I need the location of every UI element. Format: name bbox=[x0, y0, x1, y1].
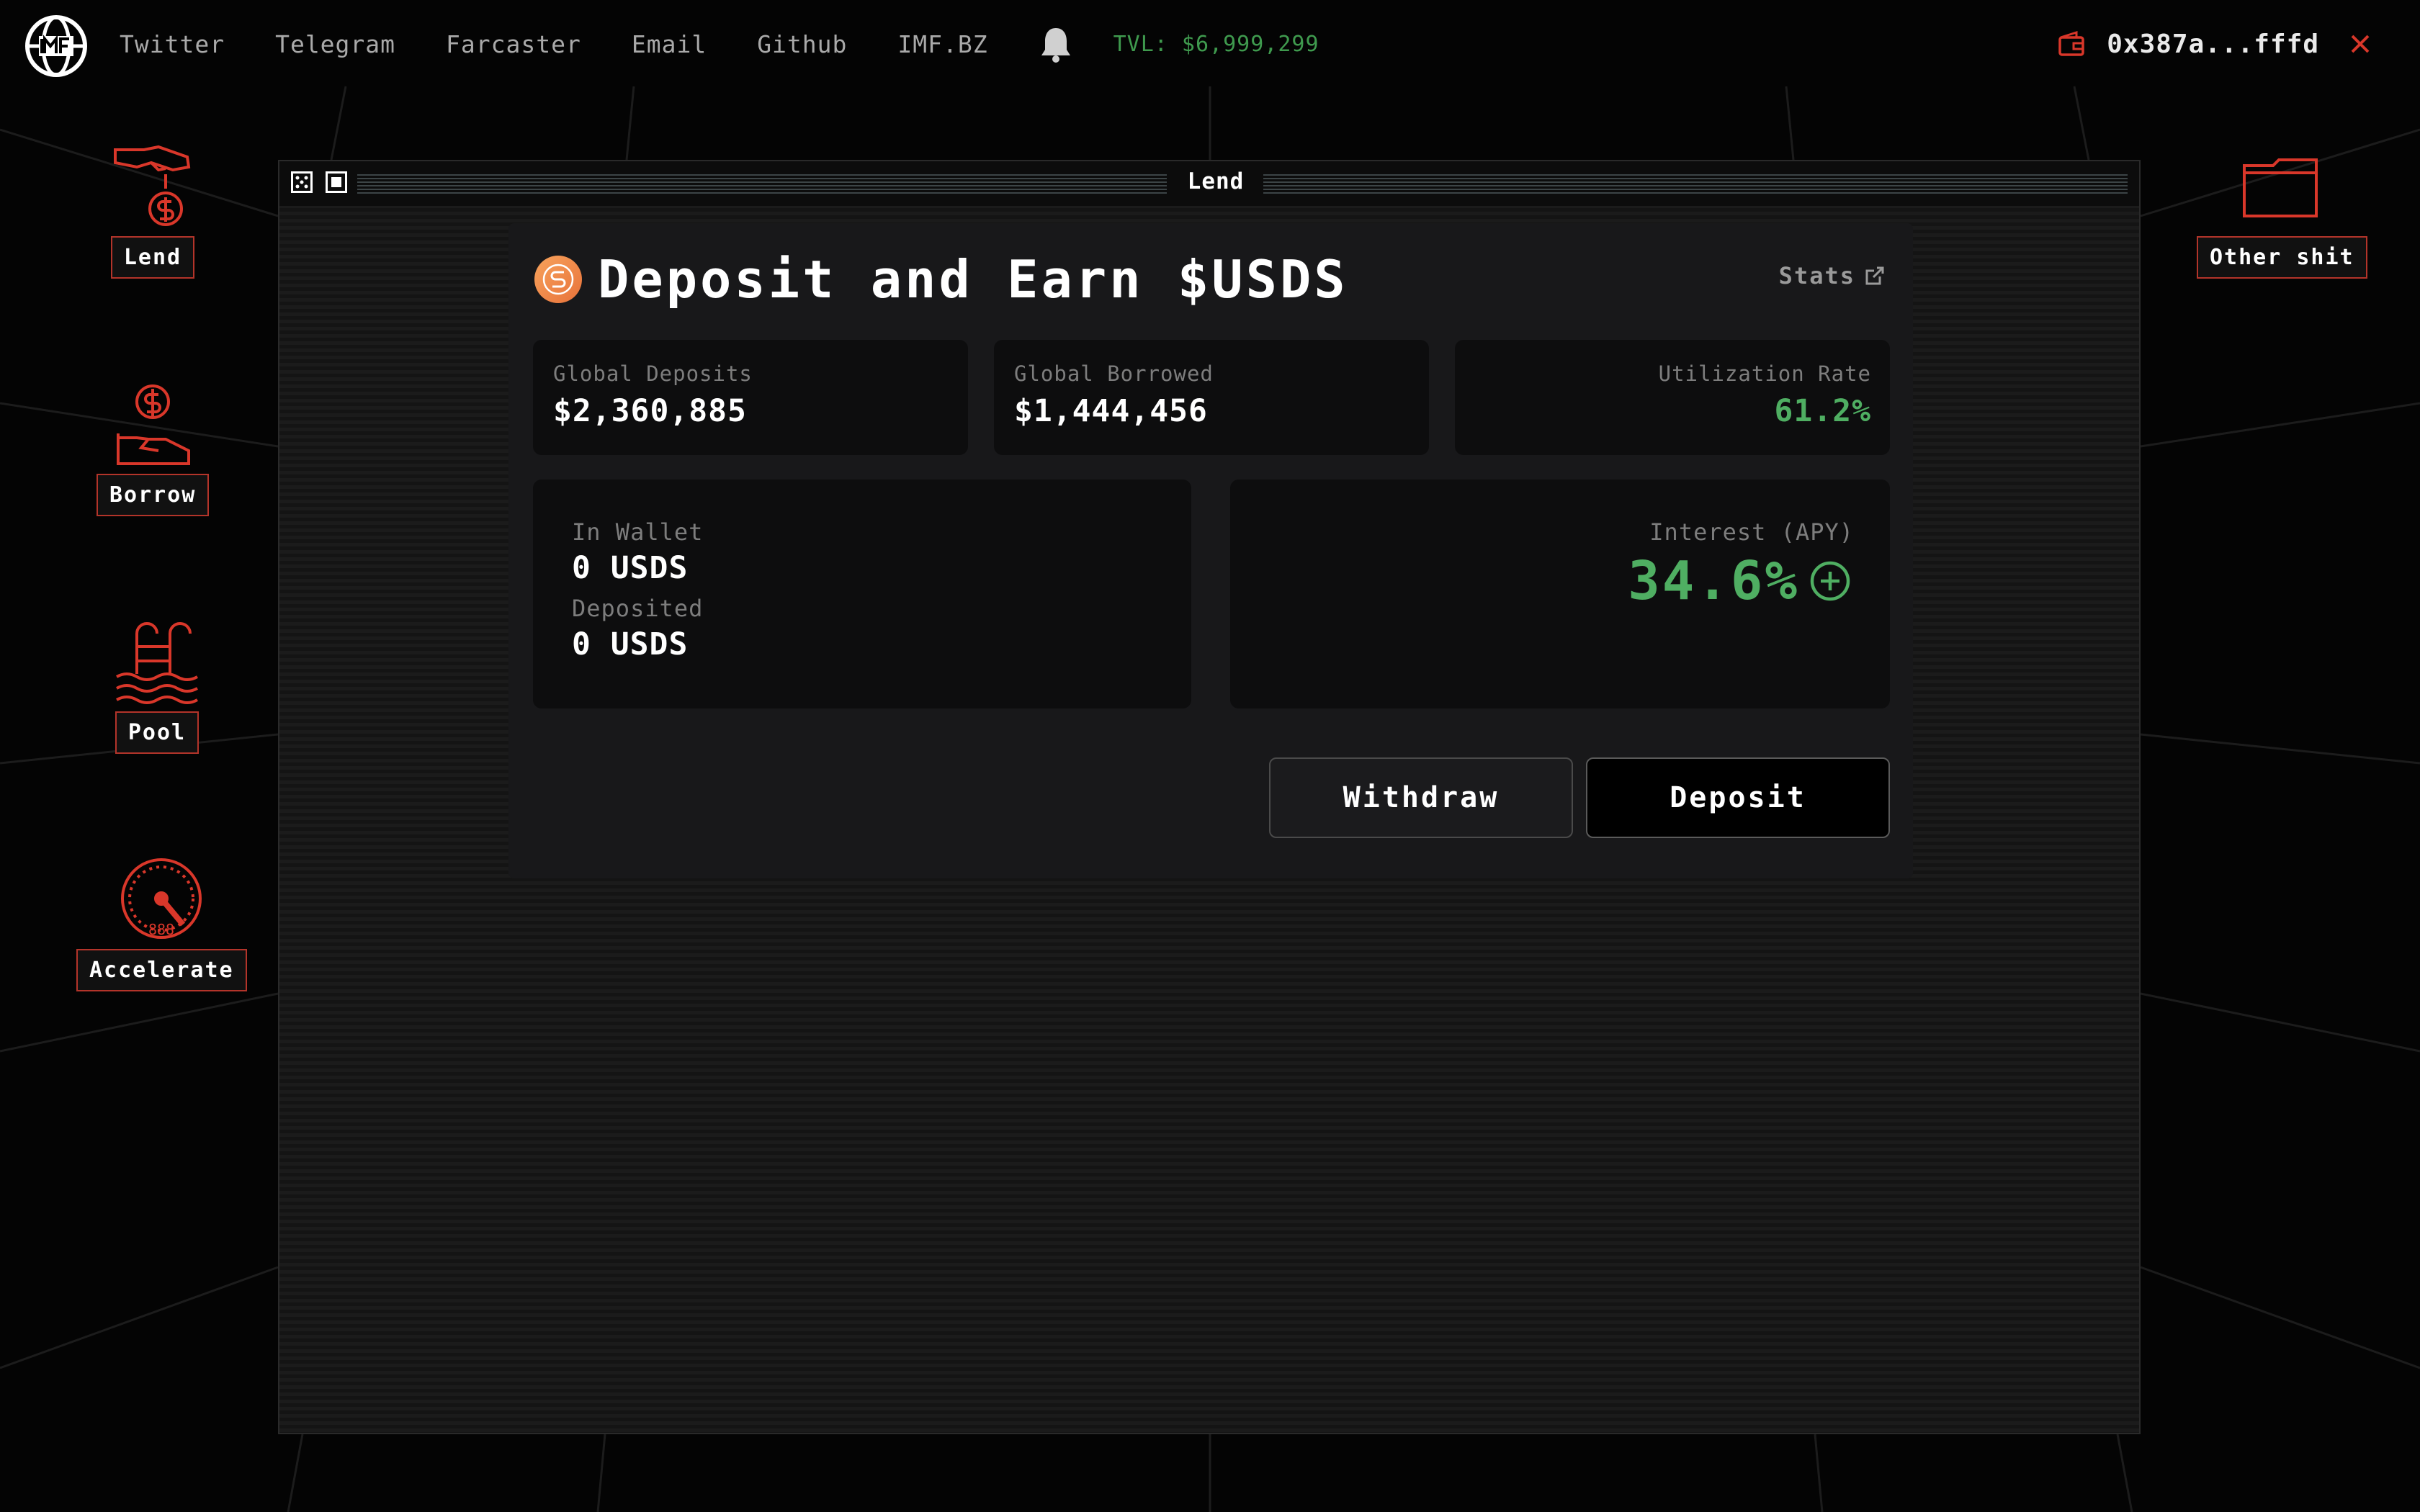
plus-circle-icon[interactable] bbox=[1809, 560, 1851, 602]
desktop-label-pool: Pool bbox=[115, 711, 200, 754]
withdraw-button[interactable]: Withdraw bbox=[1269, 757, 1573, 838]
close-icon[interactable] bbox=[2348, 32, 2372, 56]
global-deposits-box: Global Deposits $2,360,885 bbox=[533, 340, 968, 455]
interest-box: Interest (APY) 34.6% bbox=[1230, 480, 1890, 708]
window-title: Lend bbox=[1173, 168, 1259, 194]
desktop-label-other: Other shit bbox=[2197, 236, 2367, 279]
deposit-card: Deposit and Earn $USDS Stats Global Depo… bbox=[508, 223, 1913, 878]
top-bar: Twitter Telegram Farcaster Email Github … bbox=[0, 0, 2420, 88]
nav-link-telegram[interactable]: Telegram bbox=[275, 30, 395, 58]
wallet-icon[interactable] bbox=[2058, 30, 2085, 58]
utilization-box: Utilization Rate 61.2% bbox=[1455, 340, 1890, 455]
nav-link-imf-bz[interactable]: IMF.BZ bbox=[897, 30, 987, 58]
utilization-label: Utilization Rate bbox=[1658, 361, 1871, 386]
maximize-icon bbox=[331, 177, 341, 187]
nav-link-email[interactable]: Email bbox=[632, 30, 707, 58]
nav-link-github[interactable]: Github bbox=[757, 30, 847, 58]
nav-link-farcaster[interactable]: Farcaster bbox=[446, 30, 581, 58]
in-wallet-value: 0 USDS bbox=[572, 550, 689, 586]
svg-text:888: 888 bbox=[148, 921, 174, 938]
coin-hand-icon bbox=[117, 384, 191, 465]
global-borrowed-box: Global Borrowed $1,444,456 bbox=[994, 340, 1429, 455]
window-maximize-button[interactable] bbox=[326, 171, 347, 193]
in-wallet-label: In Wallet bbox=[572, 518, 704, 546]
hand-dollar-icon bbox=[114, 145, 191, 226]
deposit-button[interactable]: Deposit bbox=[1586, 757, 1890, 838]
dice-close-icon bbox=[295, 176, 308, 189]
desktop-icon-pool[interactable]: Pool bbox=[112, 616, 202, 754]
nav-links: Twitter Telegram Farcaster Email Github … bbox=[120, 25, 1319, 63]
interest-value: 34.6% bbox=[1628, 550, 1799, 612]
titlebar-stripes-right bbox=[1263, 174, 2128, 194]
global-borrowed-value: $1,444,456 bbox=[1014, 393, 1208, 429]
wallet-area: 0x387a...fffd bbox=[2058, 26, 2372, 62]
speedometer-icon: 888 bbox=[121, 858, 202, 939]
card-header: Deposit and Earn $USDS bbox=[533, 249, 1348, 310]
folder-icon bbox=[2243, 158, 2318, 217]
window-close-button[interactable] bbox=[291, 171, 313, 193]
global-deposits-value: $2,360,885 bbox=[553, 393, 747, 429]
bell-icon[interactable] bbox=[1039, 25, 1073, 63]
balances-box: In Wallet 0 USDS Deposited 0 USDS bbox=[533, 480, 1191, 708]
deposited-label: Deposited bbox=[572, 595, 704, 622]
tvl-readout: TVL: $6,999,299 bbox=[1113, 31, 1319, 57]
desktop-icon-other[interactable]: Other shit bbox=[2197, 141, 2367, 279]
imf-globe-logo-icon[interactable] bbox=[24, 14, 88, 78]
lend-window: Lend Deposit and Earn $USDS Stats Global… bbox=[278, 160, 2141, 1434]
interest-label: Interest (APY) bbox=[1649, 518, 1854, 546]
card-title: Deposit and Earn $USDS bbox=[598, 249, 1348, 310]
nav-link-twitter[interactable]: Twitter bbox=[120, 30, 225, 58]
desktop-label-borrow: Borrow bbox=[97, 474, 210, 516]
window-titlebar[interactable]: Lend bbox=[279, 161, 2139, 206]
global-deposits-label: Global Deposits bbox=[553, 361, 753, 386]
interest-row: 34.6% bbox=[1628, 550, 1851, 612]
desktop-icon-lend[interactable]: Lend bbox=[108, 141, 197, 279]
deposited-value: 0 USDS bbox=[572, 626, 689, 662]
desktop-icon-borrow[interactable]: Borrow bbox=[97, 379, 210, 516]
desktop-label-accelerate: Accelerate bbox=[76, 949, 247, 991]
desktop-label-lend: Lend bbox=[110, 236, 195, 279]
desktop-icon-accelerate[interactable]: 888 Accelerate bbox=[76, 854, 247, 991]
stats-link-label: Stats bbox=[1778, 262, 1855, 289]
stats-link[interactable]: Stats bbox=[1779, 262, 1886, 289]
usds-coin-icon bbox=[534, 256, 582, 303]
global-borrowed-label: Global Borrowed bbox=[1014, 361, 1214, 386]
external-link-icon bbox=[1865, 266, 1884, 285]
wallet-address[interactable]: 0x387a...fffd bbox=[2107, 30, 2319, 59]
titlebar-stripes-left bbox=[357, 174, 1167, 194]
utilization-value: 61.2% bbox=[1774, 393, 1871, 429]
pool-ladder-icon bbox=[116, 622, 198, 704]
